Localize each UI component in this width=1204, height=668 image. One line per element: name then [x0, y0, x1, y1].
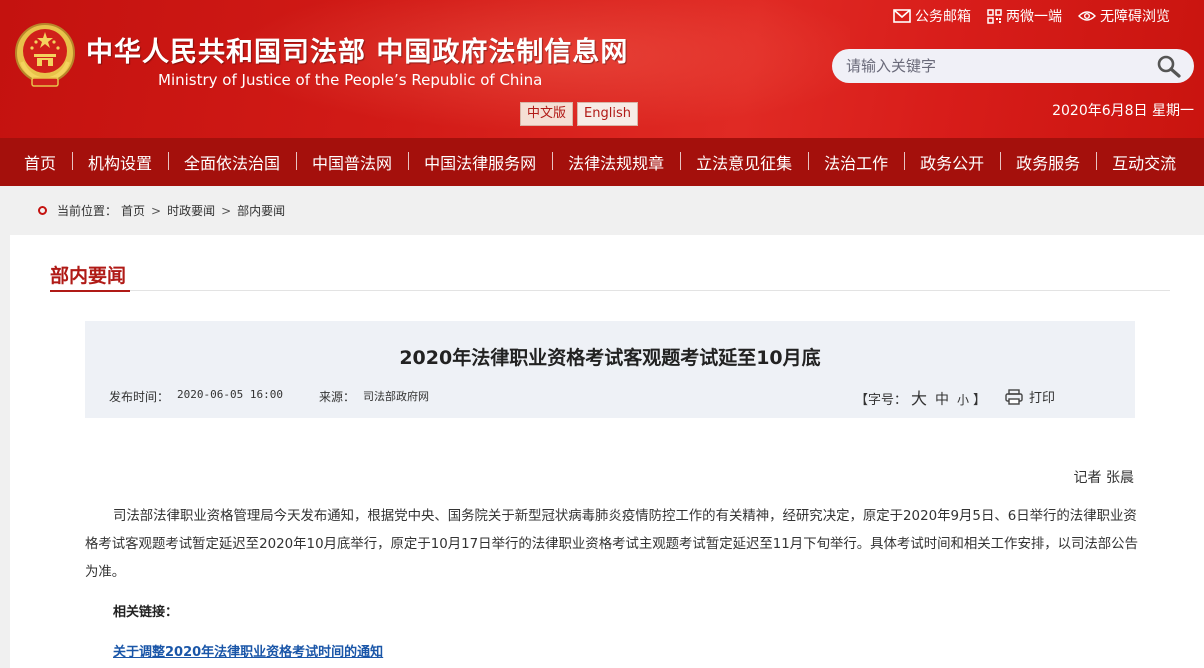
breadcrumb-separator: > — [151, 203, 162, 218]
font-size-large-button[interactable]: 大 — [911, 385, 927, 409]
publish-time-label: 发布时间： — [109, 390, 170, 404]
lang-english-button[interactable]: English — [577, 102, 638, 126]
article-title: 2020年法律职业资格考试客观题考试延至10月底 — [399, 347, 821, 369]
font-size-control: 【字号： 大 中 小 】 — [855, 385, 986, 409]
nav-legal-education[interactable]: 中国普法网 — [296, 150, 408, 174]
national-emblem-icon[interactable] — [14, 22, 76, 88]
accessibility-label: 无障碍浏览 — [1100, 9, 1170, 25]
printer-icon — [1005, 388, 1023, 405]
nav-interaction[interactable]: 互动交流 — [1096, 150, 1192, 174]
nav-legal-services[interactable]: 中国法律服务网 — [408, 150, 552, 174]
location-icon — [38, 206, 47, 215]
nav-legislation-feedback[interactable]: 立法意见征集 — [680, 150, 808, 174]
site-title-en: Ministry of Justice of the People’s Repu… — [158, 71, 543, 89]
font-size-small-button[interactable]: 小 — [957, 391, 969, 408]
main-content: 部内要闻 2020年法律职业资格考试客观题考试延至10月底 发布时间： 2020… — [10, 235, 1204, 668]
related-link[interactable]: 关于调整2020年法律职业资格考试时间的通知 — [113, 641, 383, 660]
source-label: 来源： — [318, 390, 355, 404]
breadcrumb-ministry-news[interactable]: 部内要闻 — [237, 202, 285, 219]
related-links-label: 相关链接： — [113, 605, 179, 620]
font-size-close: 】 — [973, 393, 987, 408]
nav-laws-regulations[interactable]: 法律法规规章 — [552, 150, 680, 174]
nav-government-affairs[interactable]: 政务公开 — [904, 150, 1000, 174]
article-meta: 发布时间： 2020-06-05 16:00 来源： 司法部政府网 — [109, 388, 429, 405]
publish-time: 2020-06-05 16:00 — [177, 388, 283, 401]
qr-code-icon — [987, 8, 1002, 24]
main-nav: 首页 机构设置 全面依法治国 中国普法网 中国法律服务网 法律法规规章 立法意见… — [0, 138, 1204, 186]
nav-organization[interactable]: 机构设置 — [72, 150, 168, 174]
site-title-cn: 中华人民共和国司法部 中国政府法制信息网 — [86, 37, 629, 68]
search-input[interactable] — [846, 55, 1146, 77]
section-title: 部内要闻 — [50, 265, 127, 287]
lang-chinese-button[interactable]: 中文版 — [520, 102, 574, 126]
nav-legal-work[interactable]: 法治工作 — [808, 150, 904, 174]
print-button[interactable]: 打印 — [1005, 387, 1055, 406]
current-date: 2020年6月8日 星期一 — [1052, 103, 1194, 119]
breadcrumb-current-affairs[interactable]: 时政要闻 — [167, 202, 215, 219]
nav-government-services[interactable]: 政务服务 — [1000, 150, 1096, 174]
print-label: 打印 — [1029, 391, 1056, 406]
mail-icon — [893, 9, 911, 23]
article-header: 2020年法律职业资格考试客观题考试延至10月底 发布时间： 2020-06-0… — [85, 321, 1135, 418]
breadcrumb-home[interactable]: 首页 — [121, 202, 145, 219]
official-mail-link[interactable]: 公务邮箱 — [893, 6, 971, 26]
font-size-medium-button[interactable]: 中 — [935, 389, 949, 409]
wechat-weibo-app-label: 两微一端 — [1006, 9, 1062, 25]
article-body: 司法部法律职业资格管理局今天发布通知，根据党中央、国务院关于新型冠状病毒肺炎疫情… — [85, 509, 1138, 580]
top-links: 公务邮箱 两微一端 无障碍浏览 — [893, 6, 1170, 26]
section-divider — [50, 290, 1170, 291]
site-header: 中华人民共和国司法部 中国政府法制信息网 Ministry of Justice… — [0, 0, 1204, 138]
language-switch: 中文版 English — [520, 102, 638, 126]
breadcrumb: 当前位置： 首页 > 时政要闻 > 部内要闻 — [38, 202, 285, 219]
accessibility-link[interactable]: 无障碍浏览 — [1078, 6, 1170, 26]
official-mail-label: 公务邮箱 — [915, 9, 971, 25]
source-value: 司法部政府网 — [363, 390, 429, 403]
breadcrumb-prefix: 当前位置： — [57, 204, 118, 218]
breadcrumb-separator: > — [221, 203, 232, 218]
search-box — [832, 49, 1194, 83]
eye-icon — [1078, 11, 1096, 21]
font-size-label: 【字号： — [855, 393, 908, 408]
article-reporter: 记者 张晨 — [1073, 470, 1134, 486]
nav-rule-of-law[interactable]: 全面依法治国 — [168, 150, 296, 174]
search-icon[interactable] — [1156, 54, 1182, 78]
section-title-underline — [50, 290, 130, 292]
nav-home[interactable]: 首页 — [0, 150, 72, 174]
wechat-weibo-app-link[interactable]: 两微一端 — [987, 6, 1062, 26]
